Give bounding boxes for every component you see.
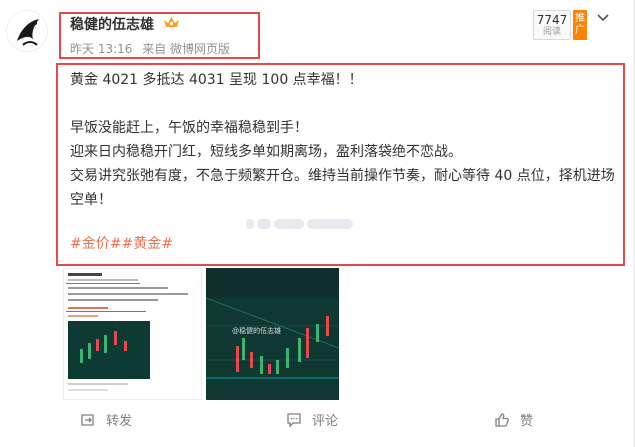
- content-line-4: 交易讲究张弛有度，不急于频繁开仓。维持当前操作节奏，耐心等待 40 点位，择机进…: [70, 168, 615, 208]
- weibo-post-card: 稳健的伍志雄 昨天 13:16 来自 微博网页版 7747 阅读 推广 黄金 4…: [0, 0, 635, 447]
- image-watermark: @稳健的伍志雄: [232, 326, 281, 335]
- avatar[interactable]: [6, 10, 48, 52]
- repost-label: 转发: [106, 414, 133, 429]
- read-label: 阅读: [542, 27, 561, 37]
- topic-tags[interactable]: #金价##黄金#: [70, 233, 173, 253]
- content-line-1: 黄金 4021 多抵达 4031 呈现 100 点幸福！！: [70, 72, 363, 88]
- content-line-2: 早饭没能赶上，午饭的幸福稳稳到手！: [70, 120, 308, 136]
- like-icon: [495, 412, 509, 427]
- action-bar: 转发 评论 赞: [0, 406, 635, 436]
- chevron-down-icon[interactable]: [594, 8, 612, 26]
- read-count: 7747: [536, 13, 568, 27]
- comment-button[interactable]: 评论: [285, 410, 338, 429]
- blurred-text: [246, 213, 356, 229]
- post-image-1[interactable]: [63, 268, 202, 400]
- like-button[interactable]: 赞: [493, 410, 533, 429]
- post-meta: 昨天 13:16 来自 微博网页版: [70, 40, 236, 57]
- comment-icon: [287, 412, 301, 428]
- repost-button[interactable]: 转发: [79, 410, 132, 429]
- repost-icon: [81, 413, 94, 426]
- promote-button[interactable]: 推广: [573, 10, 587, 40]
- comment-label: 评论: [312, 414, 339, 429]
- read-count-badge: 7747 阅读: [533, 10, 571, 40]
- author-name[interactable]: 稳健的伍志雄: [70, 14, 154, 34]
- post-source: 来自 微博网页版: [142, 42, 231, 56]
- post-image-2[interactable]: @稳健的伍志雄: [206, 268, 339, 400]
- content-line-3: 迎来日内稳稳开门红，短线多单如期离场，盈利落袋绝不恋战。: [70, 144, 462, 160]
- vip-crown-icon: [164, 17, 179, 27]
- post-time[interactable]: 昨天 13:16: [70, 42, 132, 56]
- like-label: 赞: [520, 414, 534, 429]
- post-content: 黄金 4021 多抵达 4031 呈现 100 点幸福！！ 早饭没能赶上，午饭的…: [70, 68, 615, 212]
